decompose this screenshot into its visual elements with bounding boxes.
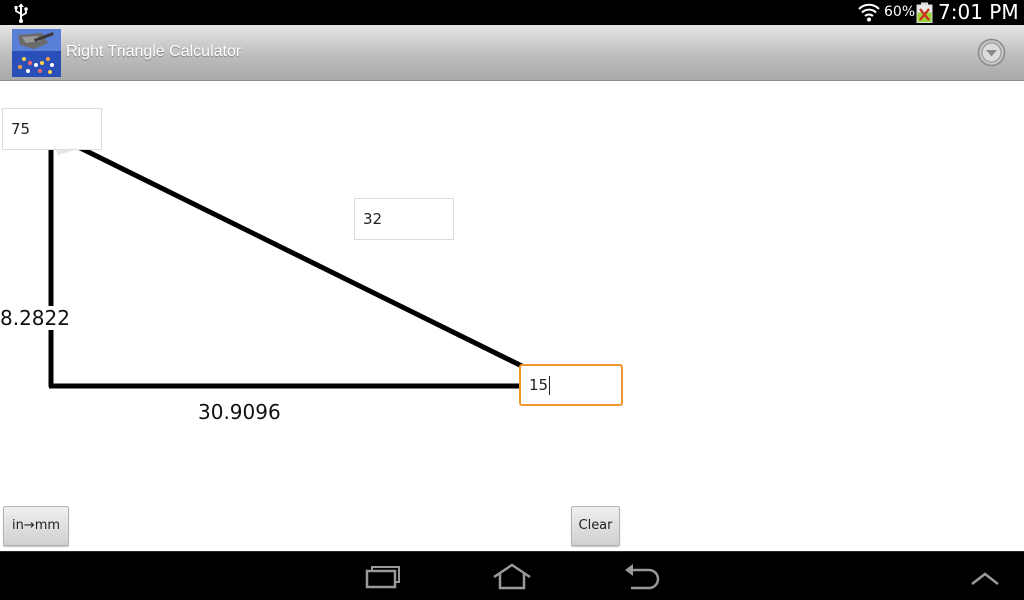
- navigation-bar: [0, 551, 1024, 600]
- usb-icon: [14, 3, 28, 23]
- app-logo-icon: [12, 29, 61, 77]
- action-bar: Right Triangle Calculator: [0, 25, 1024, 81]
- wifi-icon: [858, 3, 880, 22]
- vertical-side-label: 8.2822: [0, 306, 72, 330]
- angle-top-value: 75: [11, 120, 31, 138]
- battery-charging-icon: [916, 2, 933, 23]
- convert-units-button[interactable]: in→mm: [3, 506, 69, 546]
- recent-apps-icon[interactable]: [361, 562, 403, 592]
- battery-percent: 60%: [884, 4, 916, 20]
- hypotenuse-line: [54, 133, 542, 378]
- horizontal-side-label: 30.9096: [198, 400, 281, 424]
- hypotenuse-field[interactable]: 32: [354, 198, 454, 240]
- status-bar: 60% 7:01 PM: [0, 0, 1024, 25]
- app-title: Right Triangle Calculator: [66, 43, 242, 60]
- angle-top-field[interactable]: 75: [2, 108, 102, 150]
- clock: 7:01 PM: [938, 0, 1019, 24]
- hypotenuse-value: 32: [363, 210, 383, 228]
- clear-button[interactable]: Clear: [571, 506, 620, 546]
- triangle-canvas: [48, 133, 572, 393]
- home-icon[interactable]: [491, 562, 533, 592]
- screen: 60% 7:01 PM Right Triangle Calculator 75…: [0, 0, 1024, 600]
- text-cursor: [549, 376, 551, 395]
- angle-right-field[interactable]: 15: [519, 364, 623, 406]
- angle-right-value: 15: [529, 376, 549, 394]
- overflow-menu-icon[interactable]: [976, 37, 1007, 68]
- menu-up-icon[interactable]: [964, 562, 1006, 592]
- back-icon[interactable]: [621, 562, 663, 592]
